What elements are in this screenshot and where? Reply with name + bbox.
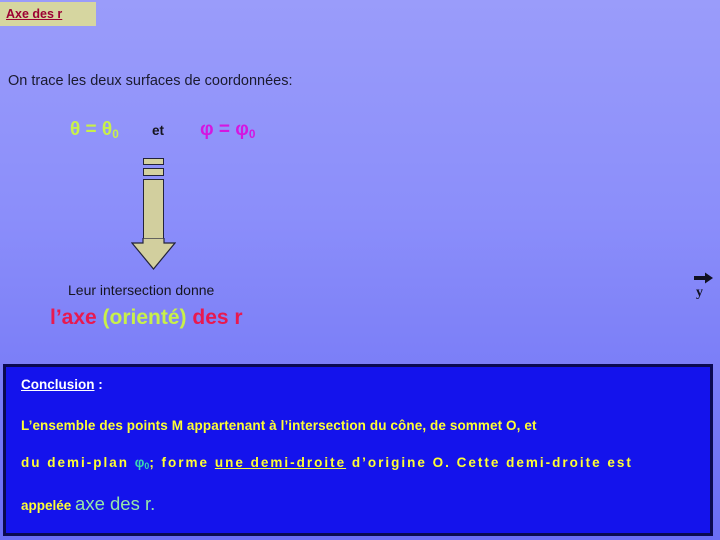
equation-phi-subscript: 0 [248, 128, 256, 142]
arrow-shaft [143, 179, 164, 239]
conclusion-heading-colon: : [94, 377, 103, 392]
conclusion-line-1: L’ensemble des points M appartenant à l’… [21, 418, 537, 433]
equation-theta-text: θ = θ [70, 119, 113, 140]
y-axis-marker: y [694, 272, 718, 306]
conclusion-line-2-mid: ; forme [149, 455, 215, 470]
conclusion-line-3: appelée axe des r. [21, 493, 155, 515]
conclusion-line-3-small: appelée [21, 498, 76, 513]
axis-result-part2: (orienté) [102, 306, 187, 329]
conclusion-line-2-phi: φ0 [134, 455, 150, 472]
slide-canvas: Axe des r On trace les deux surfaces de … [0, 0, 720, 540]
conclusion-phi-subscript: 0 [144, 461, 150, 472]
equation-theta-subscript: 0 [112, 128, 119, 142]
equation-row: θ = θ0 et φ = φ0 [70, 120, 330, 150]
conclusion-line-2-before: du demi-plan [21, 455, 135, 470]
arrow-head [131, 238, 176, 270]
axis-result-part1: l’axe [50, 306, 103, 329]
conclusion-line-2: du demi-plan φ0; forme une demi-droite d… [21, 455, 633, 472]
conclusion-line-2-after: d’origine O. Cette demi-droite est [346, 455, 633, 470]
right-arrow-icon [694, 272, 713, 284]
conclusion-heading-word: Conclusion [21, 377, 95, 392]
intersection-text: Leur intersection donne [68, 282, 215, 298]
axis-result-text: l’axe (orienté) des r [50, 306, 243, 330]
arrow-segment-second [143, 168, 164, 176]
y-axis-label: y [696, 285, 703, 300]
equation-connector: et [152, 123, 165, 138]
intro-text: On trace les deux surfaces de coordonnée… [8, 73, 293, 89]
conclusion-box: Conclusion : L’ensemble des points M app… [3, 364, 713, 536]
down-arrow-icon [131, 158, 187, 270]
arrow-segment-top [143, 158, 164, 165]
conclusion-line-2-underlined: une demi-droite [214, 455, 347, 470]
equation-theta: θ = θ0 [70, 119, 119, 142]
conclusion-heading: Conclusion : [21, 377, 103, 392]
axis-result-part3: des r [186, 306, 243, 329]
conclusion-phi-glyph: φ [134, 455, 145, 470]
equation-phi: φ = φ0 [200, 119, 256, 142]
equation-phi-text: φ = φ [200, 119, 249, 140]
conclusion-line-3-big: axe des r. [75, 493, 156, 514]
slide-title-badge: Axe des r [0, 2, 96, 26]
slide-title-label: Axe des r [6, 7, 63, 21]
